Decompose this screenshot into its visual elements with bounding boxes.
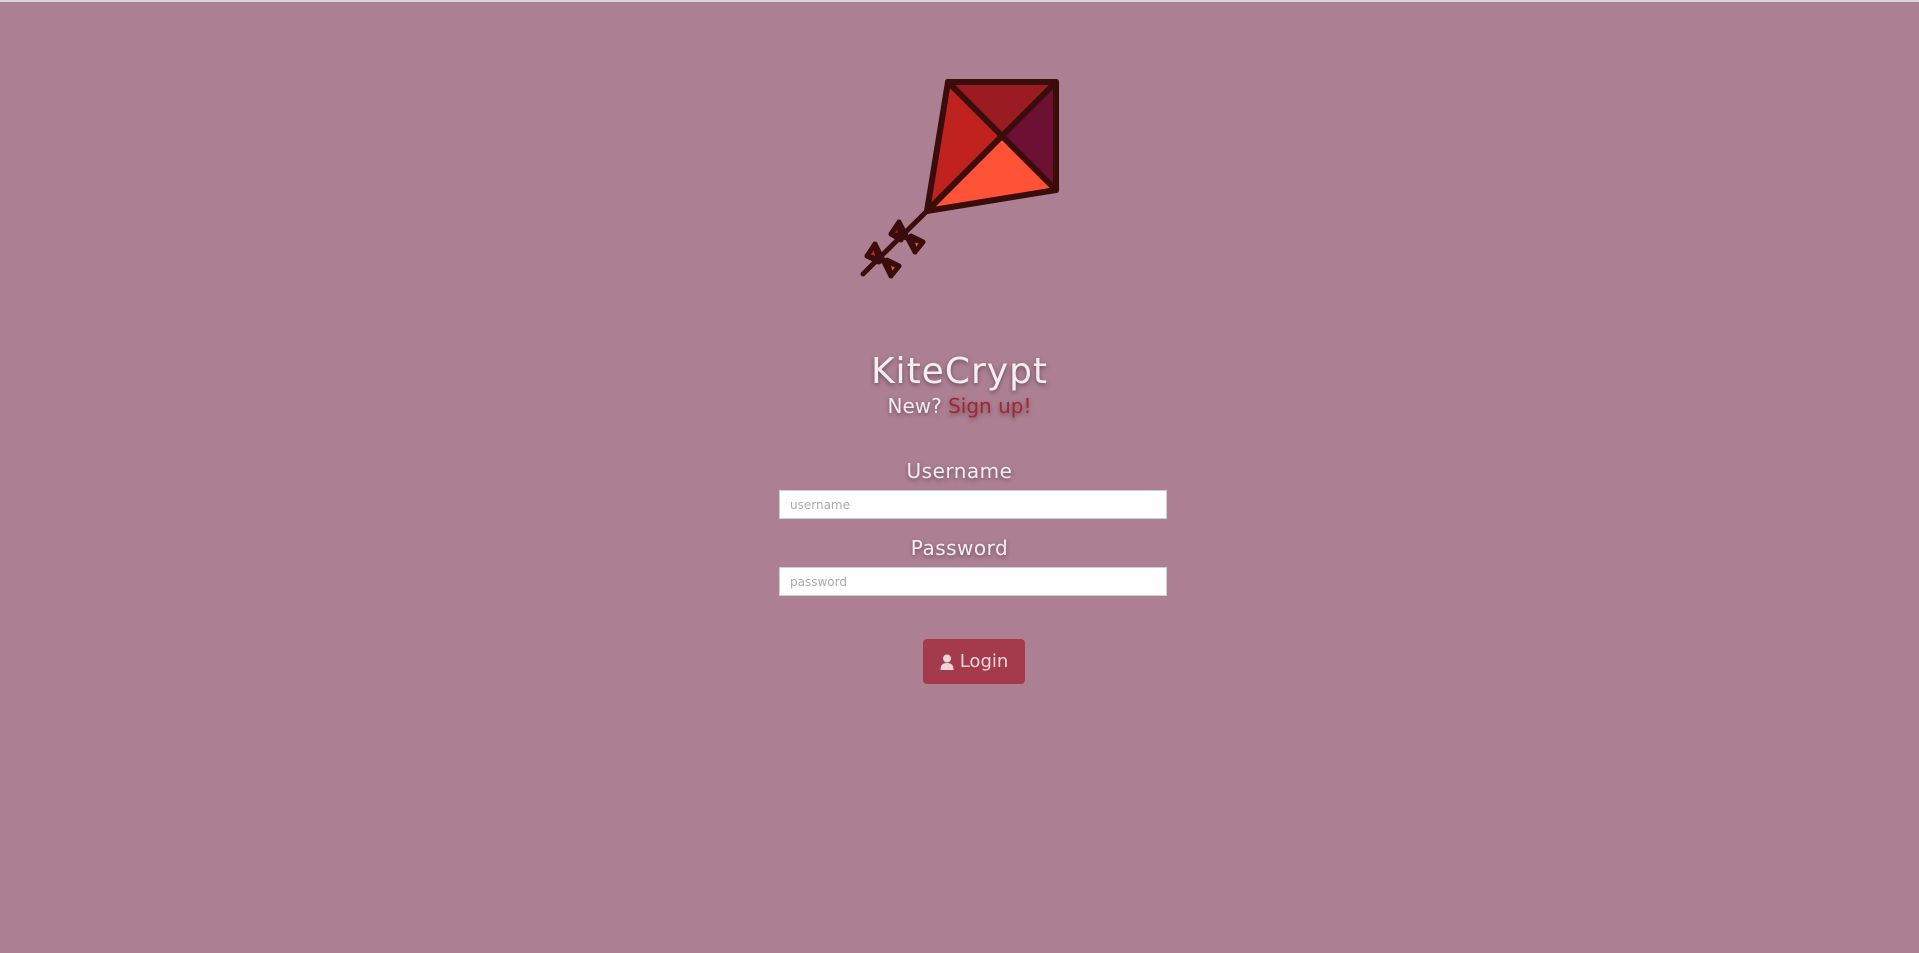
user-icon [940,654,954,670]
app-title: KiteCrypt [870,351,1049,392]
password-label: Password [910,536,1009,560]
top-border [0,0,1919,2]
username-label: Username [906,459,1013,483]
username-input[interactable] [779,490,1167,519]
signup-prompt: New? Sign up! [0,393,1919,419]
login-page: KiteCrypt New? Sign up! Username Passwor… [0,0,1919,953]
kite-logo-icon [860,79,1059,279]
password-input[interactable] [779,567,1167,596]
login-button[interactable]: Login [923,639,1025,684]
login-button-label: Login [959,651,1009,672]
signup-prompt-text: New? [887,394,942,418]
signup-link[interactable]: Sign up! [948,394,1031,418]
